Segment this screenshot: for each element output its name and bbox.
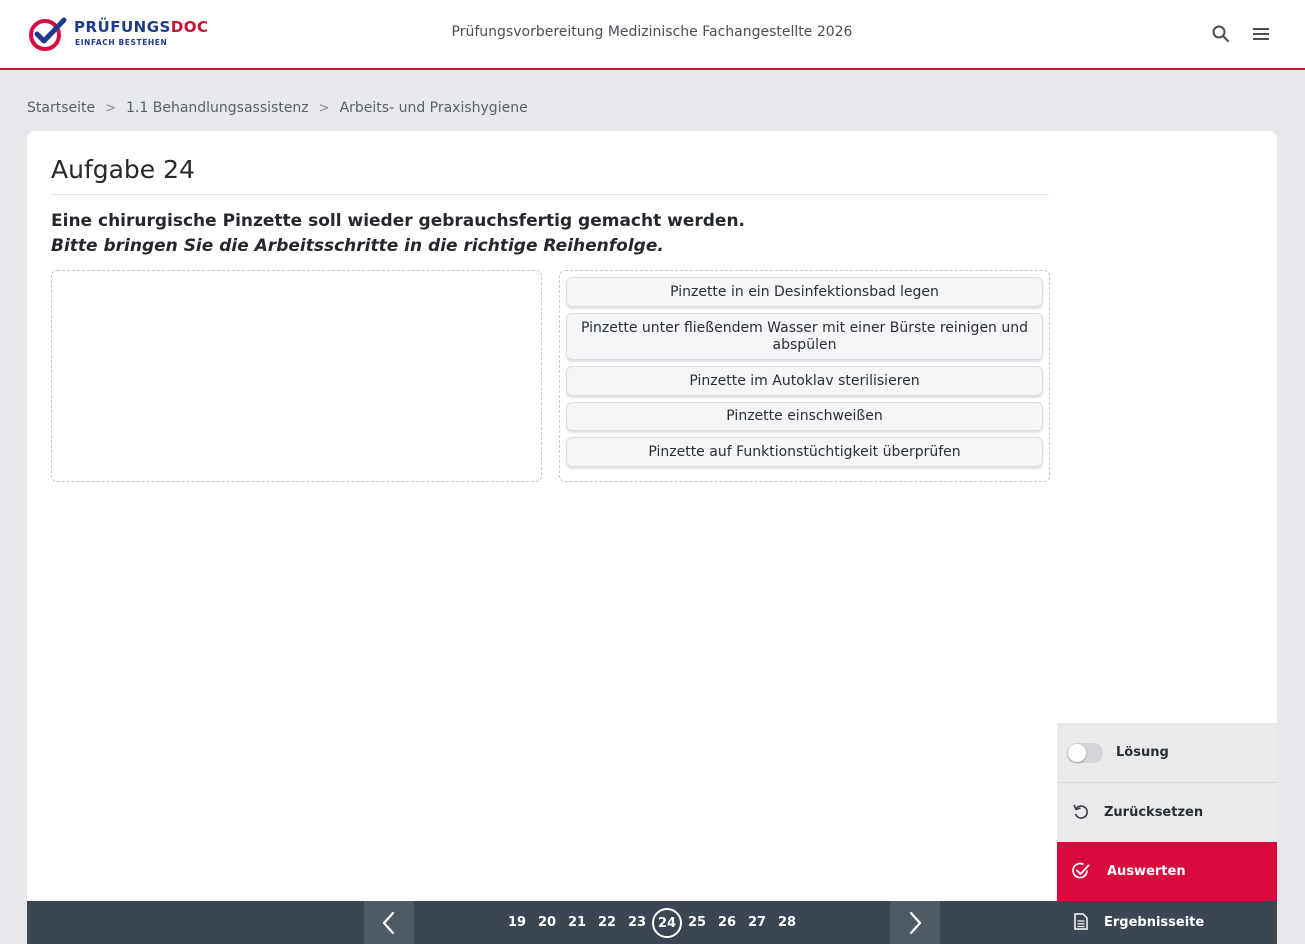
action-panel: Lösung Zurücksetzen Auswerten Ergebnisse… [1057,723,1277,944]
reset-button[interactable]: Zurücksetzen [1057,783,1277,842]
document-icon [1074,913,1088,930]
reset-label: Zurücksetzen [1104,805,1204,820]
page-link-25[interactable]: 25 [683,901,711,944]
results-label: Ergebnisseite [1104,915,1205,930]
solution-label: Lösung [1116,745,1169,760]
logo-check-icon [29,17,67,51]
search-icon[interactable] [1211,24,1231,44]
results-button[interactable]: Ergebnisseite [1057,901,1277,944]
breadcrumb-topic[interactable]: Arbeits- und Praxishygiene [340,100,528,116]
next-button[interactable] [890,901,940,944]
answer-dropzone[interactable] [51,270,542,482]
breadcrumb-section[interactable]: 1.1 Behandlungsassistenz [126,100,309,116]
prev-button[interactable] [364,901,414,944]
logo-brand: PRÜFUNGSDOC [74,18,209,36]
breadcrumb: Startseite > 1.1 Behandlungsassistenz > … [27,98,528,118]
page-link-22[interactable]: 22 [593,901,621,944]
instruction-text: Bitte bringen Sie die Arbeitsschritte in… [51,236,664,256]
page-link-19[interactable]: 19 [503,901,531,944]
page-link-23[interactable]: 23 [623,901,651,944]
page-link-26[interactable]: 26 [713,901,741,944]
chevron-left-icon [382,911,395,934]
page-link-27[interactable]: 27 [743,901,771,944]
check-circle-icon [1072,862,1090,879]
divider [51,194,1049,195]
page-link-current[interactable]: 24 [652,908,682,938]
page-link-20[interactable]: 20 [533,901,561,944]
app-title: Prüfungsvorbereitung Medizinische Fachan… [451,24,853,40]
toggle-knob [1068,744,1086,762]
drag-item[interactable]: Pinzette in ein Desinfektionsbad legen [566,277,1043,307]
page-link-21[interactable]: 21 [563,901,591,944]
chevron-right-icon: > [105,100,117,116]
question-text: Eine chirurgische Pinzette soll wieder g… [51,211,746,231]
evaluate-label: Auswerten [1107,864,1186,879]
breadcrumb-home[interactable]: Startseite [27,100,95,116]
top-header: PRÜFUNGSDOC EINFACH BESTEHEN Prüfungsvor… [0,0,1305,70]
items-pool[interactable]: Pinzette in ein Desinfektionsbad legen P… [559,270,1050,482]
drag-item[interactable]: Pinzette im Autoklav sterilisieren [566,366,1043,396]
chevron-right-icon: > [318,100,330,116]
solution-toggle[interactable] [1067,743,1103,763]
pagination-bar: 19 20 21 22 23 24 25 26 27 28 [27,901,1057,944]
page-title: Aufgabe 24 [51,155,195,184]
logo-tagline: EINFACH BESTEHEN [75,38,168,47]
solution-toggle-row[interactable]: Lösung [1057,723,1277,783]
drag-item[interactable]: Pinzette auf Funktionstüchtigkeit überpr… [566,437,1043,467]
drag-item[interactable]: Pinzette einschweißen [566,402,1043,431]
menu-icon[interactable] [1251,24,1271,44]
logo[interactable]: PRÜFUNGSDOC EINFACH BESTEHEN [28,14,228,54]
page-link-28[interactable]: 28 [773,901,801,944]
undo-icon [1073,804,1088,819]
chevron-right-icon [909,911,922,934]
evaluate-button[interactable]: Auswerten [1057,842,1277,901]
drag-item[interactable]: Pinzette unter fließendem Wasser mit ein… [566,313,1043,360]
